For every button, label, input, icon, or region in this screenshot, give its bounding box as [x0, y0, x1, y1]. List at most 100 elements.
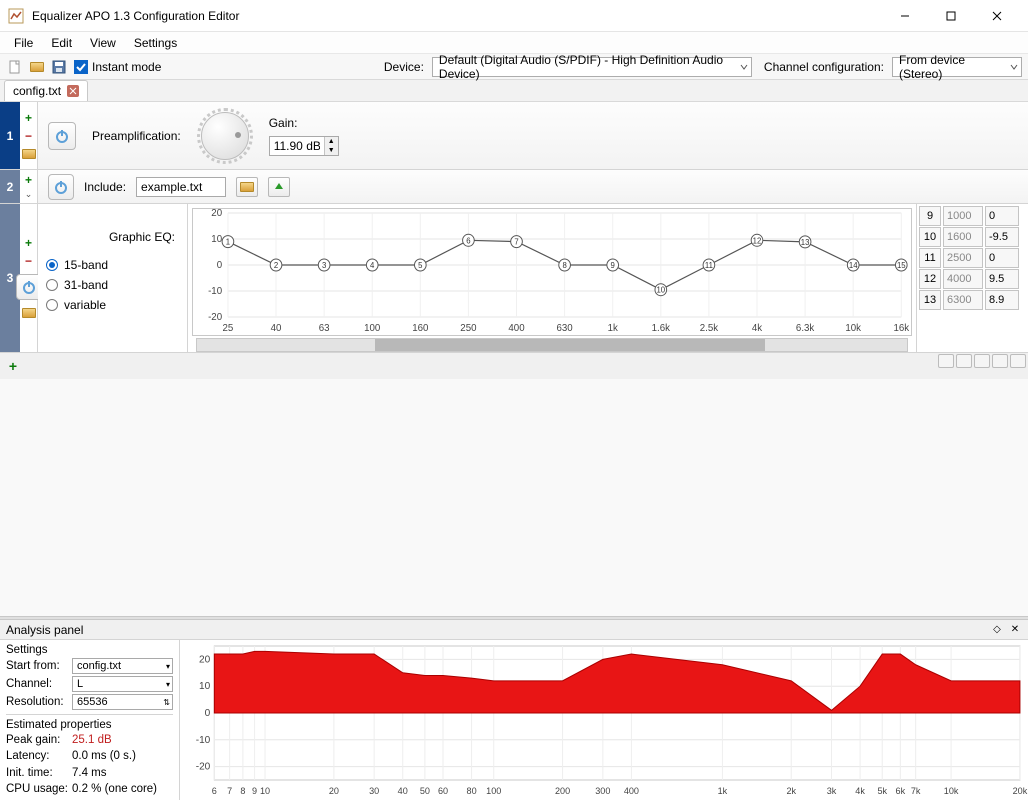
- close-panel-icon[interactable]: ✕: [1008, 623, 1022, 637]
- svg-text:2.5k: 2.5k: [700, 323, 718, 334]
- remove-icon[interactable]: −: [22, 254, 36, 268]
- file-tab-config[interactable]: config.txt: [4, 80, 88, 101]
- add-filter-button[interactable]: +: [6, 359, 20, 373]
- radio-31-band[interactable]: 31-band: [46, 278, 179, 292]
- gain-input[interactable]: ▲▼: [269, 136, 339, 156]
- svg-text:-20: -20: [208, 312, 223, 323]
- import-icon[interactable]: [938, 354, 954, 368]
- init-time-value: 7.4 ms: [72, 767, 107, 779]
- svg-text:630: 630: [557, 323, 574, 334]
- instant-mode-checkbox[interactable]: Instant mode: [74, 60, 161, 74]
- gain-knob[interactable]: [197, 108, 253, 164]
- normalize-icon[interactable]: [992, 354, 1008, 368]
- eq-value-row[interactable]: 1125000: [919, 248, 1026, 268]
- svg-text:15: 15: [897, 261, 906, 270]
- power-button[interactable]: [48, 174, 74, 200]
- instant-mode-label: Instant mode: [92, 60, 161, 74]
- radio-variable[interactable]: variable: [46, 298, 179, 312]
- cpu-usage-value: 0.2 % (one core): [72, 783, 157, 795]
- menu-settings[interactable]: Settings: [126, 34, 185, 52]
- include-file-input[interactable]: example.txt: [136, 177, 226, 197]
- filter-handle-1[interactable]: 1: [0, 102, 20, 169]
- svg-text:20k: 20k: [1013, 786, 1028, 796]
- new-file-icon[interactable]: [6, 58, 24, 76]
- svg-text:8: 8: [562, 261, 567, 270]
- remove-icon[interactable]: −: [22, 129, 36, 143]
- chevron-down-icon: [740, 60, 748, 74]
- menubar: File Edit View Settings: [0, 32, 1028, 54]
- eq-values-table: 910000101600-9.511250001240009.51363008.…: [916, 204, 1028, 352]
- svg-text:-10: -10: [196, 735, 211, 746]
- peak-gain-value: 25.1 dB: [72, 734, 112, 746]
- detach-icon[interactable]: ◇: [990, 623, 1004, 637]
- svg-text:14: 14: [849, 261, 858, 270]
- svg-text:1k: 1k: [608, 323, 618, 334]
- svg-text:7: 7: [514, 237, 518, 246]
- analysis-panel-header: Analysis panel ◇ ✕: [0, 620, 1028, 640]
- radio-15-band[interactable]: 15-band: [46, 258, 179, 272]
- spin-down-icon[interactable]: ▼: [325, 146, 338, 155]
- minimize-button[interactable]: [882, 0, 928, 32]
- svg-text:1k: 1k: [718, 786, 728, 796]
- svg-text:400: 400: [624, 786, 639, 796]
- spin-up-icon[interactable]: ▲: [325, 137, 338, 146]
- svg-text:4k: 4k: [855, 786, 865, 796]
- svg-text:-20: -20: [196, 762, 211, 773]
- export-icon[interactable]: [956, 354, 972, 368]
- save-file-icon[interactable]: [50, 58, 68, 76]
- workspace: [0, 379, 1028, 616]
- channel-config-combo[interactable]: From device (Stereo): [892, 57, 1022, 77]
- svg-text:40: 40: [398, 786, 408, 796]
- svg-text:6: 6: [212, 786, 217, 796]
- add-icon[interactable]: +: [22, 174, 36, 186]
- svg-text:8: 8: [240, 786, 245, 796]
- eq-value-row[interactable]: 101600-9.5: [919, 227, 1026, 247]
- close-button[interactable]: [974, 0, 1020, 32]
- menu-file[interactable]: File: [6, 34, 41, 52]
- latency-value: 0.0 ms (0 s.): [72, 750, 136, 762]
- open-file-icon[interactable]: [28, 58, 46, 76]
- close-tab-icon[interactable]: [67, 85, 79, 97]
- eq-value-row[interactable]: 910000: [919, 206, 1026, 226]
- svg-text:1: 1: [226, 237, 230, 246]
- eq-chart[interactable]: 20100-10-202540631001602504006301k1.6k2.…: [192, 208, 912, 336]
- eq-value-row[interactable]: 1363008.9: [919, 290, 1026, 310]
- invert-icon[interactable]: [974, 354, 990, 368]
- menu-edit[interactable]: Edit: [43, 34, 80, 52]
- svg-text:40: 40: [271, 323, 282, 334]
- resolution-combo[interactable]: 65536⇅: [72, 694, 173, 710]
- reset-icon[interactable]: [1010, 354, 1026, 368]
- svg-text:13: 13: [801, 238, 810, 247]
- svg-text:100: 100: [364, 323, 381, 334]
- add-icon[interactable]: +: [22, 111, 36, 125]
- power-button[interactable]: [48, 122, 76, 150]
- browse-file-button[interactable]: [236, 177, 258, 197]
- analysis-chart[interactable]: 20100-10-2067891020304050608010020030040…: [180, 640, 1028, 800]
- eq-value-row[interactable]: 1240009.5: [919, 269, 1026, 289]
- svg-text:9: 9: [611, 261, 615, 270]
- menu-view[interactable]: View: [82, 34, 124, 52]
- svg-text:0: 0: [217, 260, 223, 271]
- eq-scrollbar[interactable]: [196, 338, 908, 352]
- start-from-combo[interactable]: config.txt▾: [72, 658, 173, 674]
- filter-controls-2: + ⌄: [20, 170, 38, 203]
- channel-combo[interactable]: L▾: [72, 676, 173, 692]
- folder-icon[interactable]: [22, 147, 36, 161]
- window-title: Equalizer APO 1.3 Configuration Editor: [32, 9, 882, 23]
- svg-text:1.6k: 1.6k: [652, 323, 670, 334]
- up-arrow-button[interactable]: [268, 177, 290, 197]
- chevron-down-icon[interactable]: ⌄: [22, 190, 36, 199]
- svg-text:100: 100: [486, 786, 501, 796]
- svg-text:200: 200: [555, 786, 570, 796]
- svg-text:10: 10: [199, 681, 211, 692]
- device-combo[interactable]: Default (Digital Audio (S/PDIF) - High D…: [432, 57, 752, 77]
- svg-text:10: 10: [260, 786, 270, 796]
- svg-text:12: 12: [753, 236, 762, 245]
- folder-icon[interactable]: [22, 306, 36, 320]
- maximize-button[interactable]: [928, 0, 974, 32]
- svg-text:-10: -10: [208, 286, 223, 297]
- svg-text:63: 63: [319, 323, 330, 334]
- add-icon[interactable]: +: [22, 236, 36, 250]
- filter-controls-1: + −: [20, 102, 38, 169]
- filter-handle-2[interactable]: 2: [0, 170, 20, 203]
